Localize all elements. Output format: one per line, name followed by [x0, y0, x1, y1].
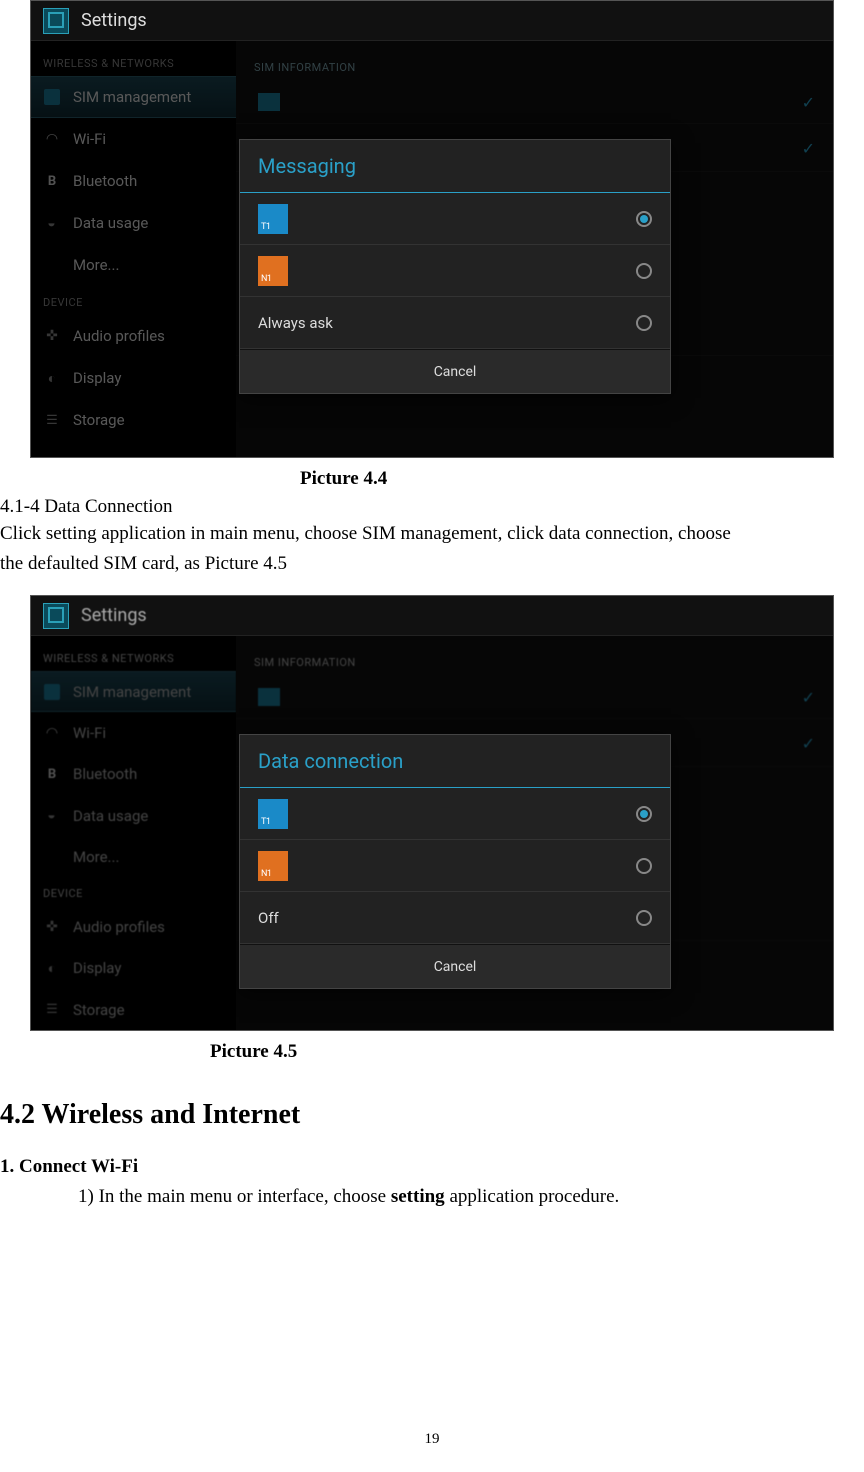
subsection-4-1-4: 4.1-4 Data Connection	[0, 496, 864, 518]
dialog-title: Messaging	[240, 140, 670, 193]
sim-blue-icon: T1	[258, 204, 288, 234]
titlebar: Settings	[31, 1, 833, 41]
dialog-option-sim1[interactable]: T1	[240, 788, 670, 840]
body-paragraph: the defaulted SIM card, as Picture 4.5	[0, 550, 864, 578]
settings-icon	[43, 603, 69, 629]
dialog-option-sim2[interactable]: N1	[240, 840, 670, 892]
dialog-option-off[interactable]: Off	[240, 892, 670, 944]
sub-heading-connect-wifi: 1. Connect Wi-Fi	[0, 1153, 864, 1181]
dialog-title: Data connection	[240, 735, 670, 788]
radio-icon[interactable]	[636, 910, 652, 926]
radio-icon[interactable]	[636, 315, 652, 331]
radio-selected-icon[interactable]	[636, 806, 652, 822]
body-step: 1) In the main menu or interface, choose…	[0, 1183, 864, 1211]
radio-icon[interactable]	[636, 263, 652, 279]
text: application procedure.	[445, 1186, 620, 1207]
settings-icon	[43, 8, 69, 34]
text-bold: setting	[391, 1186, 445, 1207]
sim-orange-icon: N1	[258, 256, 288, 286]
radio-icon[interactable]	[636, 858, 652, 874]
option-label: Off	[258, 909, 622, 927]
cancel-button[interactable]: Cancel	[240, 349, 670, 393]
page-number: 19	[0, 1431, 864, 1448]
messaging-dialog: Messaging T1 N1 Always ask Cancel	[239, 139, 671, 394]
screenshot-data-connection-dialog: Settings WIRELESS & NETWORKS SIM managem…	[30, 595, 834, 1031]
data-connection-dialog: Data connection T1 N1 Off Cancel	[239, 734, 671, 989]
text: 1) In the main menu or interface, choose	[78, 1186, 391, 1207]
app-title: Settings	[81, 10, 147, 31]
cancel-button[interactable]: Cancel	[240, 944, 670, 988]
figure-caption-4-4: Picture 4.4	[0, 468, 864, 490]
figure-caption-4-5: Picture 4.5	[0, 1041, 864, 1063]
dialog-option-always-ask[interactable]: Always ask	[240, 297, 670, 349]
dialog-option-sim2[interactable]: N1	[240, 245, 670, 297]
sim-orange-icon: N1	[258, 851, 288, 881]
app-title: Settings	[81, 605, 147, 626]
body-paragraph: Click setting application in main menu, …	[0, 520, 864, 548]
radio-selected-icon[interactable]	[636, 211, 652, 227]
option-label: Always ask	[258, 314, 622, 332]
heading-4-2: 4.2 Wireless and Internet	[0, 1099, 864, 1131]
titlebar: Settings	[31, 596, 833, 636]
screenshot-messaging-dialog: Settings WIRELESS & NETWORKS SIM managem…	[30, 0, 834, 458]
dialog-option-sim1[interactable]: T1	[240, 193, 670, 245]
sim-blue-icon: T1	[258, 799, 288, 829]
